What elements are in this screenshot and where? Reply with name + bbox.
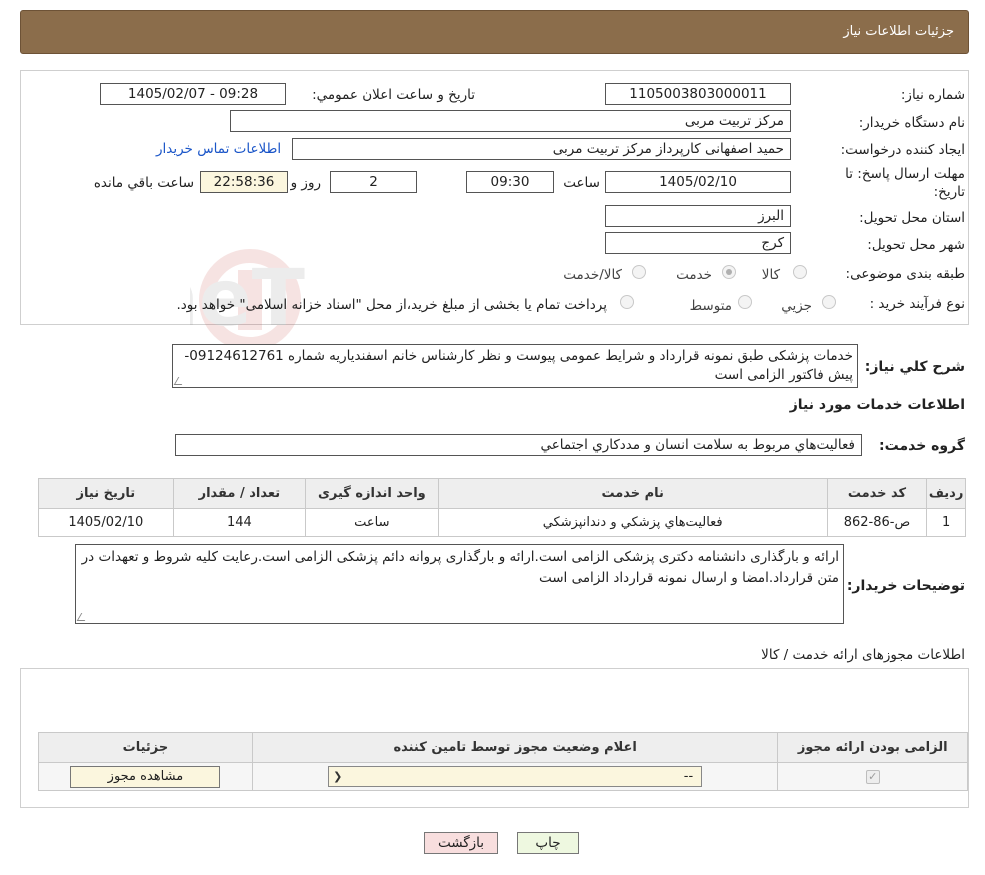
buyer-notes-textarea[interactable]: ارائه و بارگذاری دانشنامه دکتری پزشکی ال… <box>75 544 844 624</box>
services-table: رديف کد خدمت نام خدمت واحد اندازه گيری ت… <box>38 478 966 537</box>
service-group-field: فعاليت‌هاي مربوط به سلامت انسان و مددکار… <box>175 434 862 456</box>
category-option-goods-service: کالا/خدمت <box>563 267 622 283</box>
col-permit-status: اعلام وضعیت مجوز توسط تامین کننده <box>251 732 779 763</box>
page-title: جزئیات اطلاعات نیاز <box>843 24 954 39</box>
col-permit-required: الزامی بودن ارائه مجوز <box>777 732 968 763</box>
announce-date-field: 1405/02/07 - 09:28 <box>100 83 286 105</box>
table-row: 1 ص-86-862 فعاليت‌هاي پزشکي و دندانپزشکي… <box>38 508 966 537</box>
description-label: شرح کلي نياز: <box>864 359 965 375</box>
checkmark-icon: ✓ <box>865 770 880 784</box>
resize-grip-icon[interactable] <box>76 613 90 621</box>
col-quantity: تعداد / مقدار <box>172 478 307 509</box>
city-label: شهر محل تحويل: <box>867 237 965 253</box>
deadline-time-field: 09:30 <box>466 171 554 193</box>
permit-status-value: -- <box>683 769 694 784</box>
category-radio-goods-service[interactable] <box>632 265 646 279</box>
permits-section-title: اطلاعات مجوزهای ارائه خدمت / کالا <box>761 647 965 663</box>
category-label: طبقه بندی موضوعی: <box>845 266 965 282</box>
permits-header-row: الزامی بودن ارائه مجوز اعلام وضعیت مجوز … <box>38 732 968 763</box>
chevron-down-icon: ❯ <box>333 770 343 783</box>
cell-permit-required: ✓ <box>777 762 968 791</box>
category-option-goods: کالا <box>761 267 780 283</box>
col-unit: واحد اندازه گيری <box>305 478 439 509</box>
permits-table: الزامی بودن ارائه مجوز اعلام وضعیت مجوز … <box>38 732 968 791</box>
permit-status-select[interactable]: ❯ -- <box>328 766 703 787</box>
category-option-service: خدمت <box>676 267 712 283</box>
cell-quantity: 144 <box>172 508 307 537</box>
deadline-time-label: ساعت <box>563 175 600 191</box>
requester-field: حمید اصفهانی کارپرداز مرکز تربیت مربی <box>292 138 791 160</box>
cell-unit: ساعت <box>305 508 439 537</box>
remaining-time-field: 22:58:36 <box>200 171 288 193</box>
services-section-title: اطلاعات خدمات مورد نياز <box>789 397 965 413</box>
cell-permit-status: ❯ -- <box>251 762 779 791</box>
announce-date-label: تاريخ و ساعت اعلان عمومي: <box>312 87 475 103</box>
purchase-option-minor: جزيي <box>781 298 812 314</box>
page-header: جزئیات اطلاعات نیاز <box>20 10 969 54</box>
col-need-date: تاريخ نياز <box>38 478 174 509</box>
back-button[interactable]: بازگشت <box>424 832 498 854</box>
resize-grip-icon[interactable] <box>173 377 187 385</box>
days-label: روز و <box>290 175 321 191</box>
cell-row: 1 <box>926 508 966 537</box>
buyer-org-field: مرکز تربیت مربی <box>230 110 791 132</box>
buyer-contact-link[interactable]: اطلاعات تماس خريدار <box>156 141 281 157</box>
province-label: استان محل تحويل: <box>859 210 965 226</box>
buyer-org-label: نام دستگاه خريدار: <box>858 115 965 131</box>
purchase-radio-medium[interactable] <box>738 295 752 309</box>
cell-service-code: ص-86-862 <box>826 508 928 537</box>
col-row: رديف <box>926 478 966 509</box>
cell-permit-details: مشاهده مجوز <box>38 762 253 791</box>
col-service-code: کد خدمت <box>826 478 928 509</box>
category-radio-service[interactable] <box>722 265 736 279</box>
category-radio-goods[interactable] <box>793 265 807 279</box>
treasury-checkbox[interactable] <box>620 295 634 309</box>
col-permit-details: جزئیات <box>38 732 253 763</box>
province-field: البرز <box>605 205 791 227</box>
deadline-date-field: 1405/02/10 <box>605 171 791 193</box>
description-text: خدمات پزشکی طبق نمونه قرارداد و شرایط عم… <box>184 348 853 383</box>
need-number-label: شماره نیاز: <box>900 87 965 103</box>
treasury-note: پرداخت تمام يا بخشی از مبلغ خريد،از محل … <box>176 297 607 313</box>
purchase-option-medium: متوسط <box>689 298 732 314</box>
purchase-type-label: نوع فرآيند خريد : <box>869 296 965 312</box>
cell-need-date: 1405/02/10 <box>38 508 174 537</box>
permits-table-wrap: الزامی بودن ارائه مجوز اعلام وضعیت مجوز … <box>38 732 968 791</box>
remaining-time-label: ساعت باقي مانده <box>93 175 194 191</box>
description-textarea[interactable]: خدمات پزشکی طبق نمونه قرارداد و شرایط عم… <box>172 344 858 388</box>
service-group-label: گروه خدمت: <box>879 438 965 454</box>
need-info-panel <box>20 70 969 325</box>
purchase-radio-minor[interactable] <box>822 295 836 309</box>
need-number-field: 1105003803000011 <box>605 83 791 105</box>
services-header-row: رديف کد خدمت نام خدمت واحد اندازه گيری ت… <box>38 478 966 509</box>
city-field: کرج <box>605 232 791 254</box>
deadline-label: مهلت ارسال پاسخ: تا تاريخ: <box>845 166 965 200</box>
print-button[interactable]: چاپ <box>517 832 579 854</box>
table-row: ✓ ❯ -- مشاهده مجوز <box>38 762 968 791</box>
remaining-days-field: 2 <box>330 171 417 193</box>
view-permit-button[interactable]: مشاهده مجوز <box>70 765 221 788</box>
services-table-wrap: رديف کد خدمت نام خدمت واحد اندازه گيری ت… <box>38 478 966 537</box>
col-service-name: نام خدمت <box>437 478 828 509</box>
buyer-notes-text: ارائه و بارگذاری دانشنامه دکتری پزشکی ال… <box>81 549 839 586</box>
requester-label: ايجاد کننده درخواست: <box>840 142 965 158</box>
buyer-notes-label: توضيحات خريدار: <box>846 578 965 594</box>
cell-service-name: فعاليت‌هاي پزشکي و دندانپزشکي <box>437 508 828 537</box>
